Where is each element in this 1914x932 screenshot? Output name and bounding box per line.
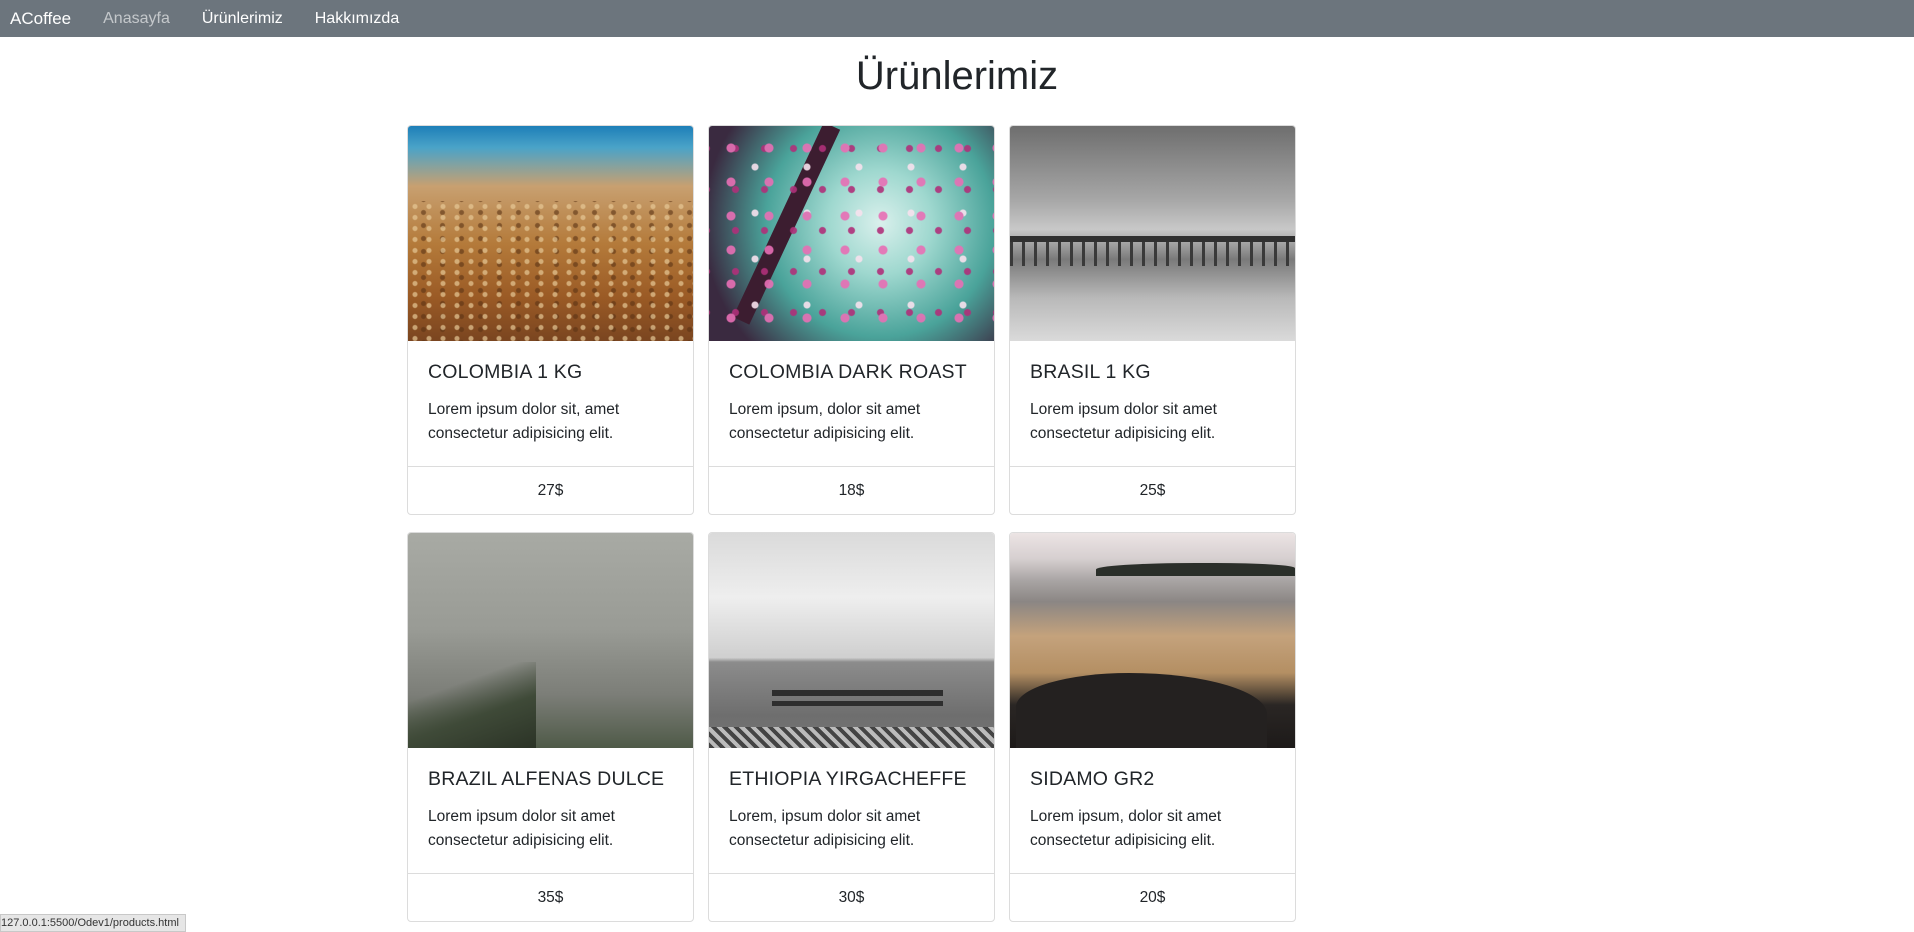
product-card: COLOMBIA 1 KG Lorem ipsum dolor sit, ame…: [407, 125, 694, 515]
nav-link-home[interactable]: Anasayfa: [103, 10, 170, 28]
nav-link-about[interactable]: Hakkımızda: [315, 10, 399, 28]
product-description: Lorem ipsum dolor sit amet consectetur a…: [428, 808, 615, 849]
card-body: ETHIOPIA YIRGACHEFFE Lorem, ipsum dolor …: [709, 748, 994, 873]
brand-link[interactable]: ACoffee: [10, 9, 71, 29]
product-grid: COLOMBIA 1 KG Lorem ipsum dolor sit, ame…: [407, 125, 1297, 922]
card-body: BRAZIL ALFENAS DULCE Lorem ipsum dolor s…: [408, 748, 693, 873]
product-price: 18$: [709, 466, 994, 514]
product-title: BRAZIL ALFENAS DULCE: [428, 768, 665, 790]
product-price: 20$: [1010, 873, 1295, 921]
foggy-beach-image: [408, 533, 693, 748]
navbar: ACoffee Anasayfa Ürünlerimiz Hakkımızda: [0, 0, 1914, 37]
status-bar-url: 127.0.0.1:5500/Odev1/products.html: [0, 914, 186, 932]
product-card: COLOMBIA DARK ROAST Lorem ipsum, dolor s…: [708, 125, 995, 515]
product-description: Lorem ipsum, dolor sit amet consectetur …: [729, 401, 921, 442]
product-description: Lorem ipsum dolor sit amet consectetur a…: [1030, 401, 1217, 442]
product-price: 35$: [408, 873, 693, 921]
product-title: SIDAMO GR2: [1030, 768, 1155, 790]
cherry-blossom-image: [709, 126, 994, 341]
product-title: ETHIOPIA YIRGACHEFFE: [729, 768, 967, 790]
bench-wall-image: [709, 533, 994, 748]
product-card: BRASIL 1 KG Lorem ipsum dolor sit amet c…: [1009, 125, 1296, 515]
rocky-shore-image: [1010, 533, 1295, 748]
card-body: SIDAMO GR2 Lorem ipsum, dolor sit amet c…: [1010, 748, 1295, 873]
page-title: Ürünlerimiz: [855, 54, 1059, 98]
pier-image: [1010, 126, 1295, 341]
nav-link-products[interactable]: Ürünlerimiz: [202, 10, 283, 28]
product-description: Lorem, ipsum dolor sit amet consectetur …: [729, 808, 921, 849]
product-title: BRASIL 1 KG: [1030, 361, 1151, 383]
card-body: COLOMBIA 1 KG Lorem ipsum dolor sit, ame…: [408, 341, 693, 466]
product-card: BRAZIL ALFENAS DULCE Lorem ipsum dolor s…: [407, 532, 694, 922]
product-title: COLOMBIA 1 KG: [428, 361, 583, 383]
card-body: COLOMBIA DARK ROAST Lorem ipsum, dolor s…: [709, 341, 994, 466]
product-price: 27$: [408, 466, 693, 514]
beach-pebbles-image: [408, 126, 693, 341]
product-price: 30$: [709, 873, 994, 921]
product-price: 25$: [1010, 466, 1295, 514]
product-card: ETHIOPIA YIRGACHEFFE Lorem, ipsum dolor …: [708, 532, 995, 922]
product-description: Lorem ipsum, dolor sit amet consectetur …: [1030, 808, 1222, 849]
card-body: BRASIL 1 KG Lorem ipsum dolor sit amet c…: [1010, 341, 1295, 466]
product-title: COLOMBIA DARK ROAST: [729, 361, 967, 383]
product-card: SIDAMO GR2 Lorem ipsum, dolor sit amet c…: [1009, 532, 1296, 922]
product-description: Lorem ipsum dolor sit, amet consectetur …: [428, 401, 620, 442]
